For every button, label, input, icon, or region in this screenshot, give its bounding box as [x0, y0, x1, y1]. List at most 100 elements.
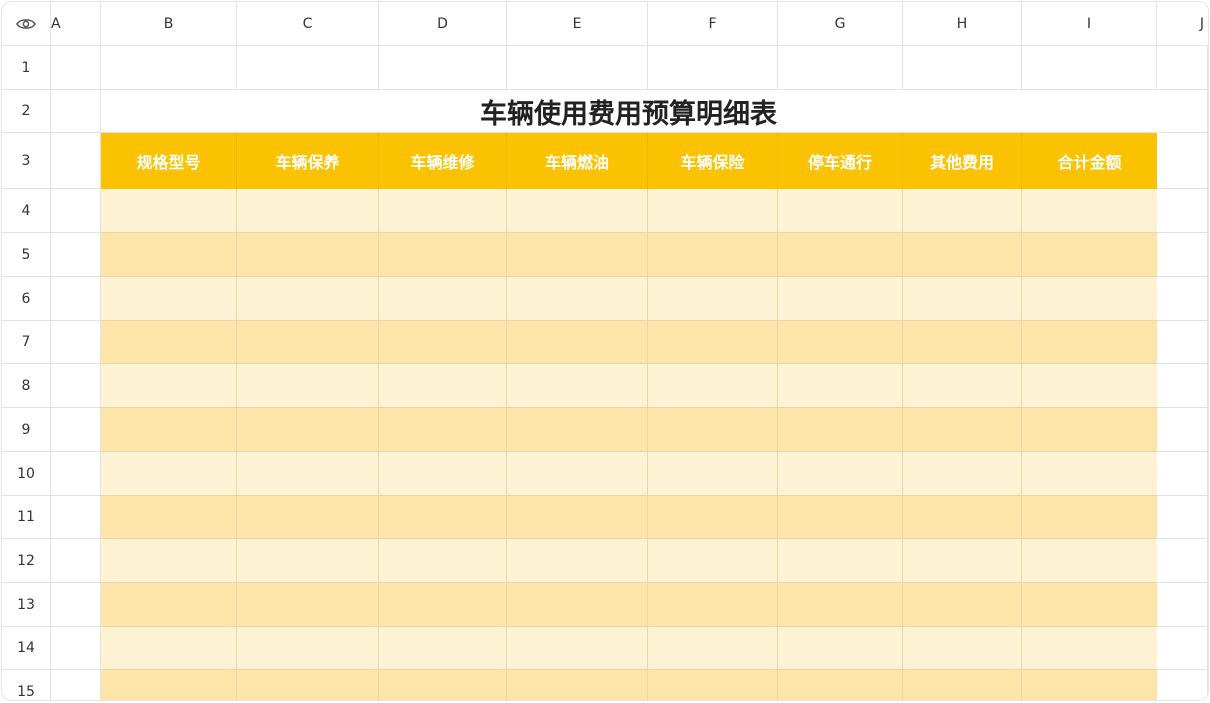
table-cell-I13[interactable] [1022, 583, 1157, 627]
table-cell-C7[interactable] [237, 321, 379, 364]
column-header-i[interactable]: I [1022, 2, 1157, 46]
table-cell-B12[interactable] [101, 539, 237, 583]
column-header-a[interactable]: A [51, 2, 101, 46]
table-cell-D10[interactable] [379, 452, 507, 496]
table-cell-D4[interactable] [379, 189, 507, 233]
table-cell-I12[interactable] [1022, 539, 1157, 583]
cell-A4[interactable] [51, 189, 101, 233]
row-header-4[interactable]: 4 [2, 189, 51, 233]
table-cell-I6[interactable] [1022, 277, 1157, 321]
cell-F1[interactable] [648, 46, 778, 90]
table-cell-B7[interactable] [101, 321, 237, 364]
table-cell-H12[interactable] [903, 539, 1022, 583]
cell-J15[interactable] [1157, 670, 1208, 700]
table-header-model[interactable]: 规格型号 [101, 133, 237, 189]
cell-A14[interactable] [51, 627, 101, 670]
table-cell-E9[interactable] [507, 408, 648, 452]
table-cell-G4[interactable] [778, 189, 903, 233]
row-header-10[interactable]: 10 [2, 452, 51, 496]
cell-A10[interactable] [51, 452, 101, 496]
cell-A1[interactable] [51, 46, 101, 90]
cell-A7[interactable] [51, 321, 101, 364]
cell-J9[interactable] [1157, 408, 1208, 452]
cell-J6[interactable] [1157, 277, 1208, 321]
table-cell-H6[interactable] [903, 277, 1022, 321]
select-all-corner[interactable] [2, 2, 51, 46]
column-header-c[interactable]: C [237, 2, 379, 46]
table-cell-E6[interactable] [507, 277, 648, 321]
table-cell-E5[interactable] [507, 233, 648, 277]
cell-J3[interactable] [1157, 133, 1208, 189]
table-cell-G15[interactable] [778, 670, 903, 700]
table-cell-H4[interactable] [903, 189, 1022, 233]
table-cell-I15[interactable] [1022, 670, 1157, 700]
cell-J13[interactable] [1157, 583, 1208, 627]
table-cell-H13[interactable] [903, 583, 1022, 627]
cell-A11[interactable] [51, 496, 101, 539]
row-header-14[interactable]: 14 [2, 627, 51, 670]
table-cell-G13[interactable] [778, 583, 903, 627]
column-header-e[interactable]: E [507, 2, 648, 46]
table-cell-F15[interactable] [648, 670, 778, 700]
cell-D1[interactable] [379, 46, 507, 90]
table-cell-I4[interactable] [1022, 189, 1157, 233]
row-header-15[interactable]: 15 [2, 670, 51, 700]
cell-A9[interactable] [51, 408, 101, 452]
table-cell-I9[interactable] [1022, 408, 1157, 452]
table-header-total[interactable]: 合计金额 [1022, 133, 1157, 189]
table-cell-G9[interactable] [778, 408, 903, 452]
row-header-7[interactable]: 7 [2, 321, 51, 364]
table-cell-F9[interactable] [648, 408, 778, 452]
table-cell-G6[interactable] [778, 277, 903, 321]
cell-G1[interactable] [778, 46, 903, 90]
column-header-g[interactable]: G [778, 2, 903, 46]
cell-A2[interactable] [51, 90, 101, 133]
table-cell-I14[interactable] [1022, 627, 1157, 670]
table-cell-B11[interactable] [101, 496, 237, 539]
table-cell-I8[interactable] [1022, 364, 1157, 408]
table-cell-I7[interactable] [1022, 321, 1157, 364]
table-cell-E14[interactable] [507, 627, 648, 670]
cell-I1[interactable] [1022, 46, 1157, 90]
eye-icon[interactable] [16, 17, 36, 31]
table-cell-H11[interactable] [903, 496, 1022, 539]
table-cell-F12[interactable] [648, 539, 778, 583]
row-header-2[interactable]: 2 [2, 90, 51, 133]
table-cell-B6[interactable] [101, 277, 237, 321]
table-cell-B9[interactable] [101, 408, 237, 452]
table-cell-H9[interactable] [903, 408, 1022, 452]
table-cell-C10[interactable] [237, 452, 379, 496]
cell-J4[interactable] [1157, 189, 1208, 233]
table-cell-E8[interactable] [507, 364, 648, 408]
table-cell-E12[interactable] [507, 539, 648, 583]
table-cell-C6[interactable] [237, 277, 379, 321]
table-cell-C15[interactable] [237, 670, 379, 700]
table-header-fuel[interactable]: 车辆燃油 [507, 133, 648, 189]
cell-J8[interactable] [1157, 364, 1208, 408]
table-cell-E13[interactable] [507, 583, 648, 627]
column-header-f[interactable]: F [648, 2, 778, 46]
table-cell-G7[interactable] [778, 321, 903, 364]
table-cell-H15[interactable] [903, 670, 1022, 700]
sheet-title[interactable]: 车辆使用费用预算明细表 [101, 90, 1156, 133]
row-header-6[interactable]: 6 [2, 277, 51, 321]
table-cell-F4[interactable] [648, 189, 778, 233]
table-cell-D13[interactable] [379, 583, 507, 627]
table-cell-C4[interactable] [237, 189, 379, 233]
table-header-maintenance[interactable]: 车辆保养 [237, 133, 379, 189]
table-cell-G11[interactable] [778, 496, 903, 539]
table-cell-B10[interactable] [101, 452, 237, 496]
cell-A15[interactable] [51, 670, 101, 700]
column-header-j[interactable]: J [1157, 2, 1208, 46]
table-cell-G10[interactable] [778, 452, 903, 496]
table-cell-F11[interactable] [648, 496, 778, 539]
table-cell-B8[interactable] [101, 364, 237, 408]
table-cell-B4[interactable] [101, 189, 237, 233]
cell-H1[interactable] [903, 46, 1022, 90]
table-cell-H8[interactable] [903, 364, 1022, 408]
row-header-8[interactable]: 8 [2, 364, 51, 408]
table-cell-H7[interactable] [903, 321, 1022, 364]
cell-A3[interactable] [51, 133, 101, 189]
column-header-d[interactable]: D [379, 2, 507, 46]
table-cell-E10[interactable] [507, 452, 648, 496]
